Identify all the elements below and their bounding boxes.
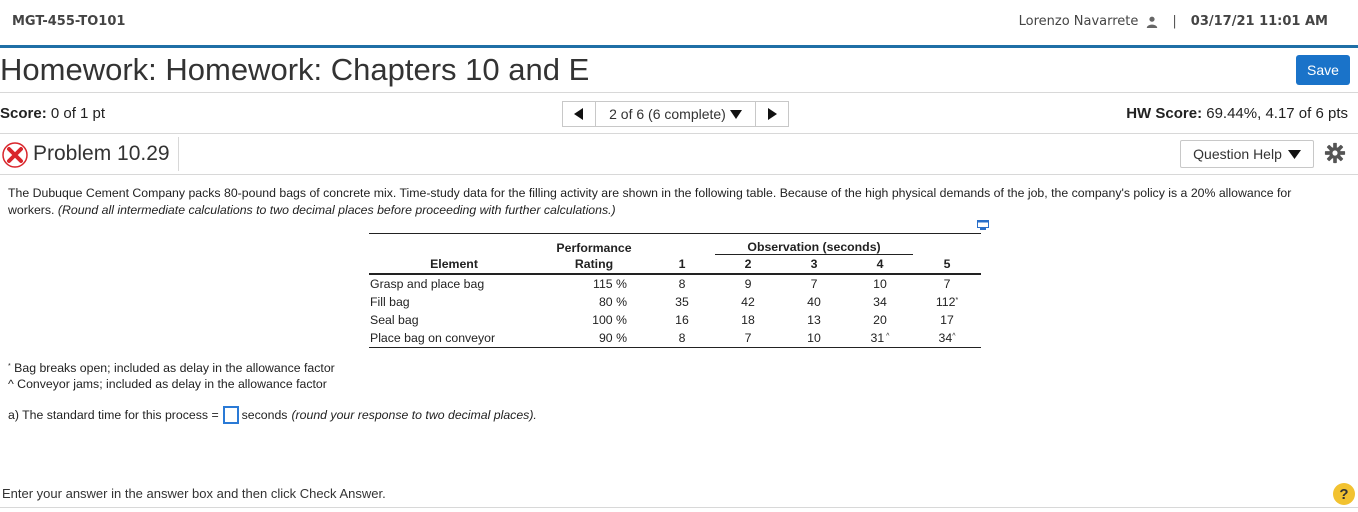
triangle-right-icon bbox=[768, 108, 777, 120]
divider bbox=[0, 174, 1358, 175]
header-obs-3: 3 bbox=[781, 254, 847, 275]
table-header-row: Performance Observation (seconds) bbox=[369, 233, 981, 255]
incorrect-x-icon bbox=[2, 142, 28, 168]
user-area: Lorenzo Navarrete | 03/17/21 11:01 AM bbox=[1019, 14, 1328, 29]
header-rating: Rating bbox=[539, 254, 649, 275]
header-obs-2: 2 bbox=[715, 254, 781, 275]
question-help-button[interactable]: Question Help bbox=[1180, 140, 1314, 168]
obs-cell: 7 bbox=[810, 277, 818, 291]
help-question-icon[interactable]: ? bbox=[1333, 483, 1355, 505]
score-label: Score: bbox=[0, 105, 47, 122]
divider bbox=[0, 507, 1358, 508]
score-display: Score: 0 of 1 pt bbox=[0, 105, 105, 122]
delay-mark: ^ bbox=[952, 333, 956, 340]
question-selector[interactable]: 2 of 6 (6 complete) bbox=[596, 101, 756, 127]
user-icon[interactable] bbox=[1146, 16, 1158, 28]
obs-cell: 31 ^ bbox=[847, 329, 913, 348]
expand-table-icon[interactable] bbox=[977, 220, 989, 230]
obs-cell: 17 bbox=[940, 313, 954, 327]
problem-instruction: (Round all intermediate calculations to … bbox=[57, 203, 616, 217]
question-part-a: a) The standard time for this process = … bbox=[8, 406, 537, 424]
obs-cell: 8 bbox=[649, 329, 715, 348]
divider bbox=[0, 133, 1358, 134]
question-selector-label: 2 of 6 (6 complete) bbox=[609, 106, 726, 122]
page-title: Homework: Homework: Chapters 10 and E bbox=[0, 52, 590, 87]
course-name: MGT-455-TO101 bbox=[12, 14, 126, 29]
table-row: Seal bag 100 % 16 18 13 20 17 bbox=[369, 311, 981, 329]
rating-cell: 100 % bbox=[592, 313, 627, 327]
element-cell: Seal bag bbox=[370, 313, 419, 327]
next-question-button[interactable] bbox=[756, 101, 789, 127]
problem-title: Problem 10.29 bbox=[33, 142, 170, 165]
save-button[interactable]: Save bbox=[1296, 55, 1350, 85]
obs-cell: 40 bbox=[807, 295, 821, 309]
answer-unit: seconds bbox=[241, 408, 288, 422]
table-header-row: Element Rating 1 2 3 4 5 bbox=[369, 254, 981, 275]
obs-cell: 8 bbox=[678, 277, 686, 291]
obs-value: 34 bbox=[938, 331, 953, 345]
caret-down-icon bbox=[1287, 149, 1301, 159]
rating-cell: 115 % bbox=[593, 277, 627, 291]
element-cell: Fill bag bbox=[370, 295, 410, 309]
obs-cell: 10 bbox=[873, 277, 887, 291]
divider bbox=[0, 92, 1358, 93]
obs-cell: 42 bbox=[741, 295, 755, 309]
obs-cell: 20 bbox=[873, 313, 887, 327]
obs-cell: 9 bbox=[744, 277, 752, 291]
obs-cell: 34^ bbox=[913, 329, 981, 348]
problem-statement: The Dubuque Cement Company packs 80-poun… bbox=[8, 185, 1338, 219]
table-row: Fill bag 80 % 35 42 40 34 112* bbox=[369, 293, 981, 311]
footnote-text: Bag breaks open; included as delay in th… bbox=[10, 361, 335, 375]
rating-cell: 90 % bbox=[539, 329, 649, 348]
header-separator: | bbox=[1172, 14, 1177, 29]
obs-cell: 13 bbox=[807, 313, 821, 327]
header-obs-1: 1 bbox=[649, 254, 715, 275]
score-value: 0 of 1 pt bbox=[46, 105, 106, 122]
gear-icon[interactable] bbox=[1324, 142, 1346, 164]
triangle-left-icon bbox=[574, 108, 583, 120]
obs-cell: 16 bbox=[675, 313, 689, 327]
obs-cell: 34 bbox=[873, 295, 887, 309]
date-time: 03/17/21 11:01 AM bbox=[1190, 14, 1328, 29]
header-observation: Observation (seconds) bbox=[715, 233, 913, 255]
rounding-hint: (round your response to two decimal plac… bbox=[291, 408, 537, 422]
user-name[interactable]: Lorenzo Navarrete bbox=[1019, 14, 1139, 29]
obs-value: 112 bbox=[935, 295, 956, 309]
table-row: Grasp and place bag 115 % 8 9 7 10 7 bbox=[369, 274, 981, 293]
answer-input[interactable] bbox=[222, 406, 239, 424]
footnote-bag-breaks: * Bag breaks open; included as delay in … bbox=[8, 361, 335, 375]
header-rule bbox=[0, 45, 1358, 48]
obs-cell: 10 bbox=[781, 329, 847, 348]
obs-cell: 7 bbox=[943, 277, 951, 291]
header-obs-4: 4 bbox=[847, 254, 913, 275]
caret-down-icon bbox=[729, 109, 742, 119]
delay-mark: * bbox=[955, 297, 959, 304]
hw-score-display: HW Score: 69.44%, 4.17 of 6 pts bbox=[1126, 105, 1348, 122]
instruction-text: Enter your answer in the answer box and … bbox=[2, 486, 386, 501]
element-cell: Grasp and place bag bbox=[370, 277, 485, 291]
question-help-label: Question Help bbox=[1193, 146, 1282, 162]
obs-cell: 18 bbox=[741, 313, 755, 327]
obs-cell: 35 bbox=[675, 295, 689, 309]
obs-cell: 112* bbox=[913, 293, 981, 311]
question-prefix: a) The standard time for this process = bbox=[8, 408, 219, 422]
time-study-table: Performance Observation (seconds) Elemen… bbox=[369, 233, 981, 348]
hw-score-label: HW Score: bbox=[1126, 105, 1203, 122]
footnote-conveyor-jams: ^ Conveyor jams; included as delay in th… bbox=[8, 377, 327, 391]
rating-cell: 80 % bbox=[598, 295, 627, 309]
delay-mark: ^ bbox=[884, 333, 890, 340]
obs-cell: 7 bbox=[715, 329, 781, 348]
divider bbox=[178, 137, 179, 171]
header-performance: Performance bbox=[539, 233, 649, 255]
header-empty bbox=[369, 233, 539, 255]
header-obs-5: 5 bbox=[913, 254, 981, 275]
header-element: Element bbox=[369, 254, 539, 275]
obs-value: 31 bbox=[870, 331, 885, 345]
hw-score-value: 69.44%, 4.17 of 6 pts bbox=[1202, 105, 1348, 122]
table-row: Place bag on conveyor 90 % 8 7 10 31 ^ 3… bbox=[369, 329, 981, 348]
element-cell: Place bag on conveyor bbox=[369, 329, 539, 348]
previous-question-button[interactable] bbox=[562, 101, 596, 127]
